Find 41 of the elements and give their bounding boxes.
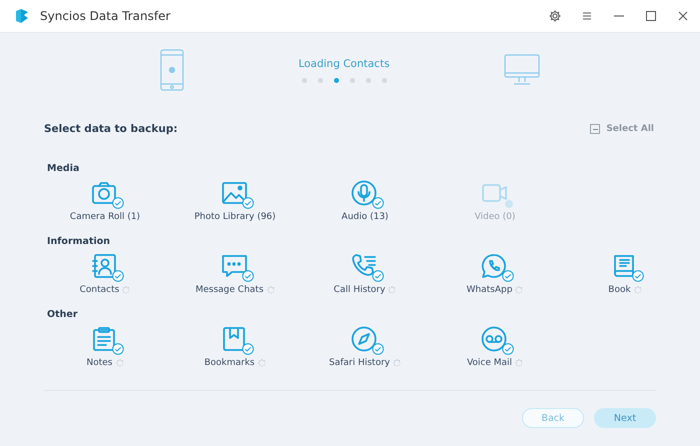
close-button[interactable]	[676, 9, 690, 23]
window-title: Syncios Data Transfer	[40, 9, 172, 23]
data-type-item[interactable]: Safari History	[329, 326, 401, 368]
monitor-icon	[504, 54, 540, 86]
phone-icon	[160, 49, 184, 91]
chat-phone-icon	[480, 253, 507, 279]
voicemail-icon	[481, 326, 507, 352]
data-type-item[interactable]: Book	[608, 253, 642, 295]
data-type-item[interactable]: Contacts	[80, 253, 130, 295]
data-type-item[interactable]: Voice Mail	[466, 326, 524, 368]
bookmark-icon	[220, 326, 247, 352]
image-icon	[221, 180, 247, 206]
compass-icon	[351, 326, 377, 352]
settings-button[interactable]	[548, 9, 562, 23]
data-type-item[interactable]: Call History	[334, 253, 396, 295]
camera-icon	[91, 180, 117, 206]
logo-icon	[14, 8, 30, 24]
chat-bubble-icon	[221, 253, 247, 279]
data-type-item[interactable]: Notes	[86, 326, 124, 368]
data-type-item[interactable]: Bookmarks	[204, 326, 266, 368]
minimize-icon	[614, 15, 624, 17]
category-title: Media	[47, 163, 80, 174]
book-icon	[611, 253, 637, 279]
gear-icon	[548, 9, 562, 23]
data-type-item[interactable]: WhatsApp	[466, 253, 524, 295]
dot-badge-icon	[504, 199, 514, 209]
data-type-item[interactable]: Message Chats	[195, 253, 275, 295]
maximize-button[interactable]	[644, 9, 658, 23]
category-title: Information	[47, 236, 112, 247]
clipboard-icon	[91, 326, 117, 352]
section-heading: Select data to backup:	[44, 123, 178, 135]
phone-list-icon	[351, 253, 377, 279]
contact-card-icon	[91, 253, 117, 279]
loading-status: Loading Contacts	[298, 58, 390, 70]
data-type-item[interactable]: Photo Library (96)	[194, 180, 276, 222]
data-type-item[interactable]: Camera Roll (1)	[70, 180, 140, 222]
data-type-item[interactable]: Audio (13)	[342, 180, 388, 222]
microphone-icon	[350, 180, 377, 206]
close-icon	[676, 9, 690, 23]
category-title: Other	[47, 309, 79, 320]
maximize-icon	[644, 9, 658, 23]
